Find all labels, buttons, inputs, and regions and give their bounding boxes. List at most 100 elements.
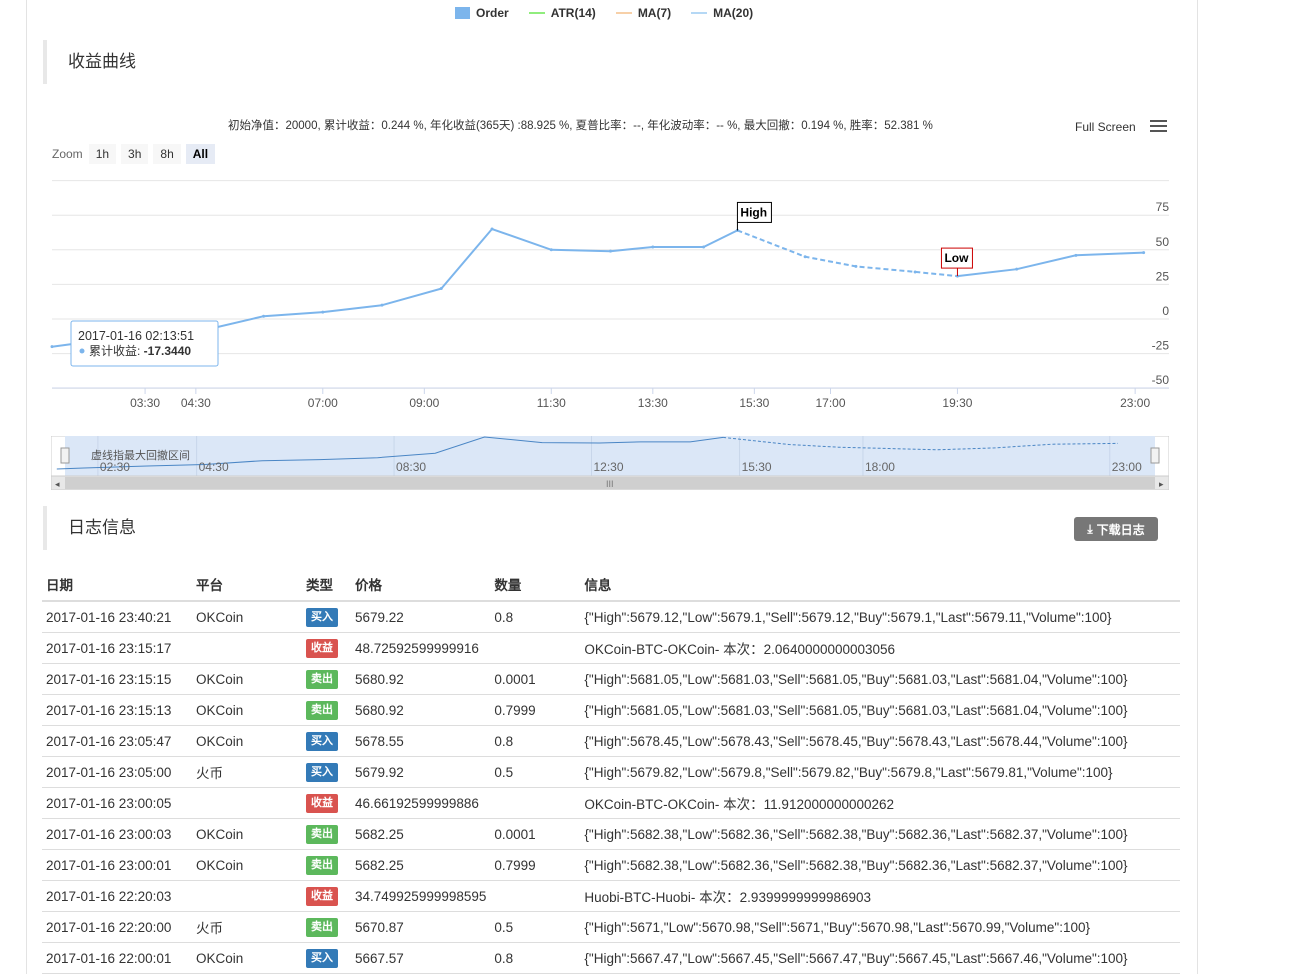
data-point[interactable] <box>651 245 655 249</box>
x-tick-label: 09:00 <box>409 396 439 410</box>
log-price: 5682.25 <box>351 818 491 850</box>
col-header-price[interactable]: 价格 <box>351 568 491 602</box>
download-icon: ⤓ <box>1087 521 1093 536</box>
low-flag[interactable]: Low <box>940 247 973 277</box>
log-qty: 0.0001 <box>490 818 581 850</box>
log-type-cell: 买入 <box>302 601 351 633</box>
log-type-cell: 买入 <box>302 942 351 974</box>
log-qty: 0.8 <box>490 601 581 633</box>
data-point[interactable] <box>803 255 807 259</box>
data-point[interactable] <box>854 264 858 268</box>
navigator-tick-label: 18:00 <box>865 460 895 474</box>
log-info: {"High":5682.38,"Low":5682.36,"Sell":568… <box>580 818 1180 850</box>
log-date: 2017-01-16 23:05:00 <box>42 756 192 788</box>
type-badge: 卖出 <box>306 855 338 875</box>
equity-chart[interactable]: 75 50 25 0 -25 -50 03:30 04:30 07:00 09:00 11:30 1… <box>0 0 1301 430</box>
col-header-date[interactable]: 日期 <box>42 568 192 602</box>
log-date: 2017-01-16 22:00:01 <box>42 942 192 974</box>
log-platform: 火币 <box>192 911 302 943</box>
scrollbar-grip-icon: III <box>606 479 614 489</box>
log-info: {"High":5679.12,"Low":5679.1,"Sell":5679… <box>580 601 1180 633</box>
y-tick-label: 50 <box>1156 235 1170 249</box>
data-point[interactable] <box>1074 253 1078 257</box>
log-row: 2017-01-16 22:20:00 火币 卖出 5670.87 0.5 {"High"… <box>42 911 1180 943</box>
log-platform: OKCoin <box>192 694 302 726</box>
col-header-type[interactable]: 类型 <box>302 568 351 602</box>
log-qty <box>490 880 581 912</box>
log-row: 2017-01-16 23:15:17 收益 48.72592599999916 OK… <box>42 632 1180 664</box>
type-badge: 收益 <box>306 793 338 813</box>
log-row: 2017-01-16 23:05:47 OKCoin 买入 5678.55 0.8 {"H… <box>42 725 1180 757</box>
tooltip-series-label: 累计收益: <box>89 344 144 358</box>
x-tick-label: 23:00 <box>1120 396 1150 410</box>
log-row: 2017-01-16 23:00:03 OKCoin 卖出 5682.25 0.0001… <box>42 818 1180 850</box>
log-price: 5679.22 <box>351 601 491 633</box>
download-log-button[interactable]: ⤓ 下载日志 <box>1074 517 1158 541</box>
log-row: 2017-01-16 23:40:21 OKCoin 买入 5679.22 0.8 {"H… <box>42 601 1180 633</box>
log-qty: 0.5 <box>490 756 581 788</box>
svg-text:累计收益: -17.3440: 累计收益: -17.3440 <box>89 344 191 358</box>
log-qty: 0.0001 <box>490 663 581 695</box>
data-point[interactable] <box>380 303 384 307</box>
data-point[interactable] <box>1015 267 1019 271</box>
log-qty: 0.5 <box>490 911 581 943</box>
navigator-right-handle[interactable] <box>1150 447 1160 464</box>
high-flag[interactable]: High <box>736 201 772 231</box>
data-point[interactable] <box>262 314 266 318</box>
log-date: 2017-01-16 23:15:17 <box>42 632 192 664</box>
data-point[interactable] <box>609 249 612 253</box>
data-point[interactable] <box>702 245 706 249</box>
log-row: 2017-01-16 22:20:03 收益 34.749925999998595 H… <box>42 880 1180 912</box>
y-tick-label: -25 <box>1152 339 1170 353</box>
navigator-tick-label: 04:30 <box>199 460 229 474</box>
data-point[interactable] <box>50 345 54 349</box>
log-info: Huobi-BTC-Huobi- 本次：2.9399999999986903 <box>580 880 1180 912</box>
scroll-right-icon[interactable]: ▸ <box>1159 479 1164 489</box>
type-badge: 卖出 <box>306 669 338 689</box>
log-info: {"High":5667.47,"Low":5667.45,"Sell":566… <box>580 942 1180 974</box>
data-point[interactable] <box>913 270 917 274</box>
log-date: 2017-01-16 22:20:03 <box>42 880 192 912</box>
data-point[interactable] <box>1142 251 1146 255</box>
tooltip-bullet-icon <box>79 348 85 354</box>
log-row: 2017-01-16 22:00:01 OKCoin 买入 5667.57 0.8 {"H… <box>42 942 1180 974</box>
tooltip-time: 2017-01-16 02:13:51 <box>78 329 194 343</box>
col-header-platform[interactable]: 平台 <box>192 568 302 602</box>
data-point[interactable] <box>549 248 553 252</box>
y-tick-label: 0 <box>1162 304 1169 318</box>
data-point[interactable] <box>321 310 325 314</box>
type-badge: 买入 <box>306 731 338 751</box>
log-info: {"High":5681.05,"Low":5681.03,"Sell":568… <box>580 694 1180 726</box>
scroll-left-icon[interactable]: ◂ <box>55 479 60 489</box>
log-platform <box>192 787 302 819</box>
tooltip-value: -17.3440 <box>144 344 192 358</box>
navigator-tick-label: 15:30 <box>742 460 772 474</box>
log-table-header: 日期 平台 类型 价格 数量 信息 <box>42 568 1180 602</box>
drawdown-line <box>737 229 958 278</box>
col-header-info[interactable]: 信息 <box>580 568 1180 602</box>
log-date: 2017-01-16 23:15:13 <box>42 694 192 726</box>
x-tick-label: 17:00 <box>815 396 845 410</box>
log-platform <box>192 632 302 664</box>
log-type-cell: 买入 <box>302 756 351 788</box>
log-platform: OKCoin <box>192 849 302 881</box>
log-platform <box>192 880 302 912</box>
log-info: {"High":5678.45,"Low":5678.43,"Sell":567… <box>580 725 1180 757</box>
log-price: 34.749925999998595 <box>351 880 491 912</box>
high-flag-label: High <box>740 205 767 219</box>
log-type-cell: 卖出 <box>302 818 351 850</box>
y-tick-label: 75 <box>1156 200 1170 214</box>
range-navigator[interactable]: 虚线指最大回撤区间 02:30 04:30 08:30 12:30 15:30 18:00… <box>50 435 1170 491</box>
log-qty: 0.7999 <box>490 849 581 881</box>
log-platform: OKCoin <box>192 725 302 757</box>
log-row: 2017-01-16 23:00:05 收益 46.66192599999886 OK… <box>42 787 1180 819</box>
log-date: 2017-01-16 23:40:21 <box>42 601 192 633</box>
navigator-left-handle[interactable] <box>60 447 70 464</box>
navigator-tick-label: 02:30 <box>100 460 130 474</box>
type-badge: 买入 <box>306 607 338 627</box>
col-header-qty[interactable]: 数量 <box>490 568 581 602</box>
data-point[interactable] <box>490 227 494 231</box>
data-point[interactable] <box>439 287 443 291</box>
log-type-cell: 买入 <box>302 725 351 757</box>
type-badge: 卖出 <box>306 824 338 844</box>
